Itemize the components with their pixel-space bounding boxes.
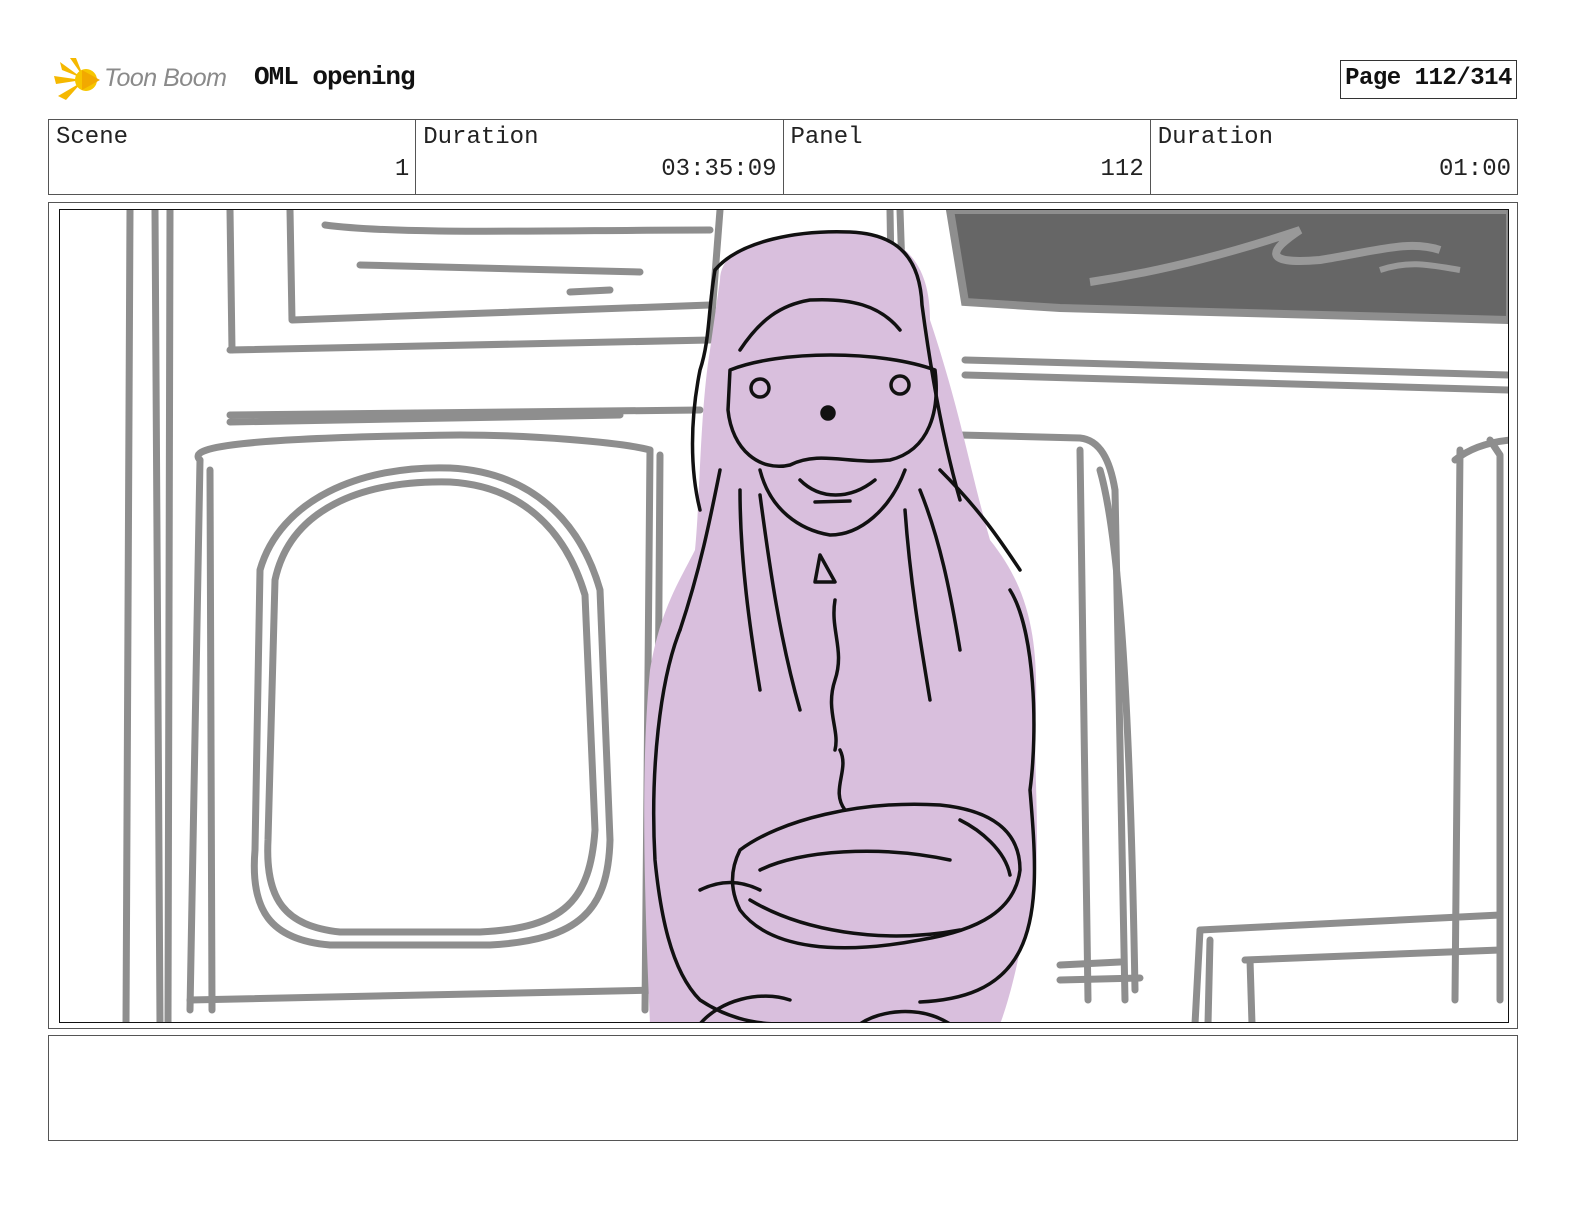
notes-text [49, 1036, 1517, 1052]
scene-label: Scene [56, 124, 129, 151]
scene-cell: Scene 1 [49, 120, 417, 194]
project-title: OML opening [254, 62, 416, 92]
scene-duration-value: 03:35:09 [661, 156, 777, 183]
sketch-illustration [122, 210, 1508, 1022]
panel-duration-cell: Duration 01:00 [1151, 120, 1517, 194]
panel-notes[interactable] [48, 1035, 1518, 1141]
starburst-icon [54, 58, 100, 100]
panel-cell: Panel 112 [784, 120, 1151, 194]
panel-label: Panel [790, 124, 863, 151]
storyboard-drawing [59, 209, 1509, 1023]
panel-duration-label: Duration [1157, 124, 1273, 151]
panel-value: 112 [1100, 156, 1144, 183]
scene-duration-label: Duration [423, 124, 539, 151]
scene-value: 1 [394, 156, 410, 183]
character-figure [644, 230, 1037, 1022]
panel-info-row: Scene 1 Duration 03:35:09 Panel 112 Dura… [48, 119, 1518, 195]
scene-duration-cell: Duration 03:35:09 [416, 120, 784, 194]
logo-text: Toon Boom [104, 64, 227, 92]
page-indicator: Page 112/314 [1340, 60, 1517, 99]
panel-duration-value: 01:00 [1438, 156, 1511, 183]
